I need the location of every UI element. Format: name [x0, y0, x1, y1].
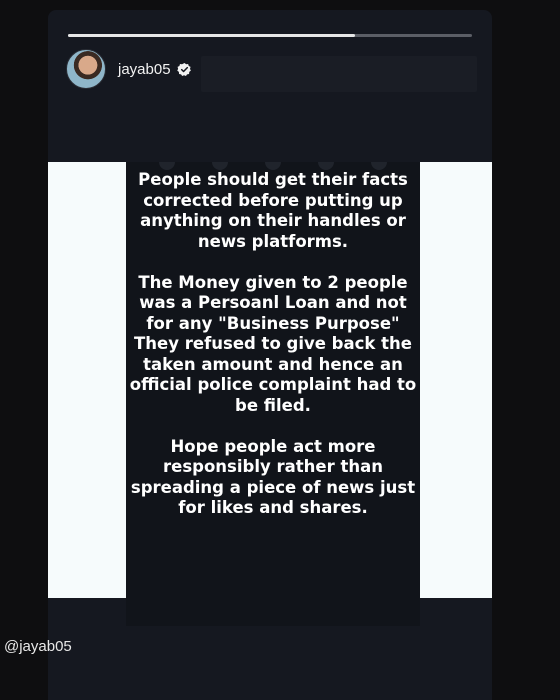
message-paragraph-1: People should get their facts corrected …: [138, 170, 408, 251]
story-viewer: jayab05 People should get their facts co…: [0, 0, 560, 700]
story-message: People should get their facts corrected …: [126, 170, 420, 539]
verified-badge-icon: [176, 62, 191, 76]
message-paragraph-3: Hope people act more responsibly rather …: [130, 436, 416, 518]
story-username[interactable]: jayab05: [118, 61, 171, 78]
story-left-margin: [48, 162, 126, 598]
redacted-header-area: [201, 56, 477, 92]
faint-top-icons: [140, 162, 406, 170]
profile-avatar[interactable]: [66, 49, 106, 89]
story-progress-bar: [68, 34, 472, 37]
story-header[interactable]: jayab05: [66, 49, 192, 89]
story-right-margin: [420, 162, 492, 598]
story-card[interactable]: jayab05 People should get their facts co…: [48, 10, 492, 700]
story-text-panel: People should get their facts corrected …: [126, 162, 420, 626]
story-progress-fill: [68, 34, 355, 37]
message-paragraph-2: The Money given to 2 people was a Persoa…: [129, 272, 417, 415]
footer-handle: @jayab05: [4, 638, 72, 655]
